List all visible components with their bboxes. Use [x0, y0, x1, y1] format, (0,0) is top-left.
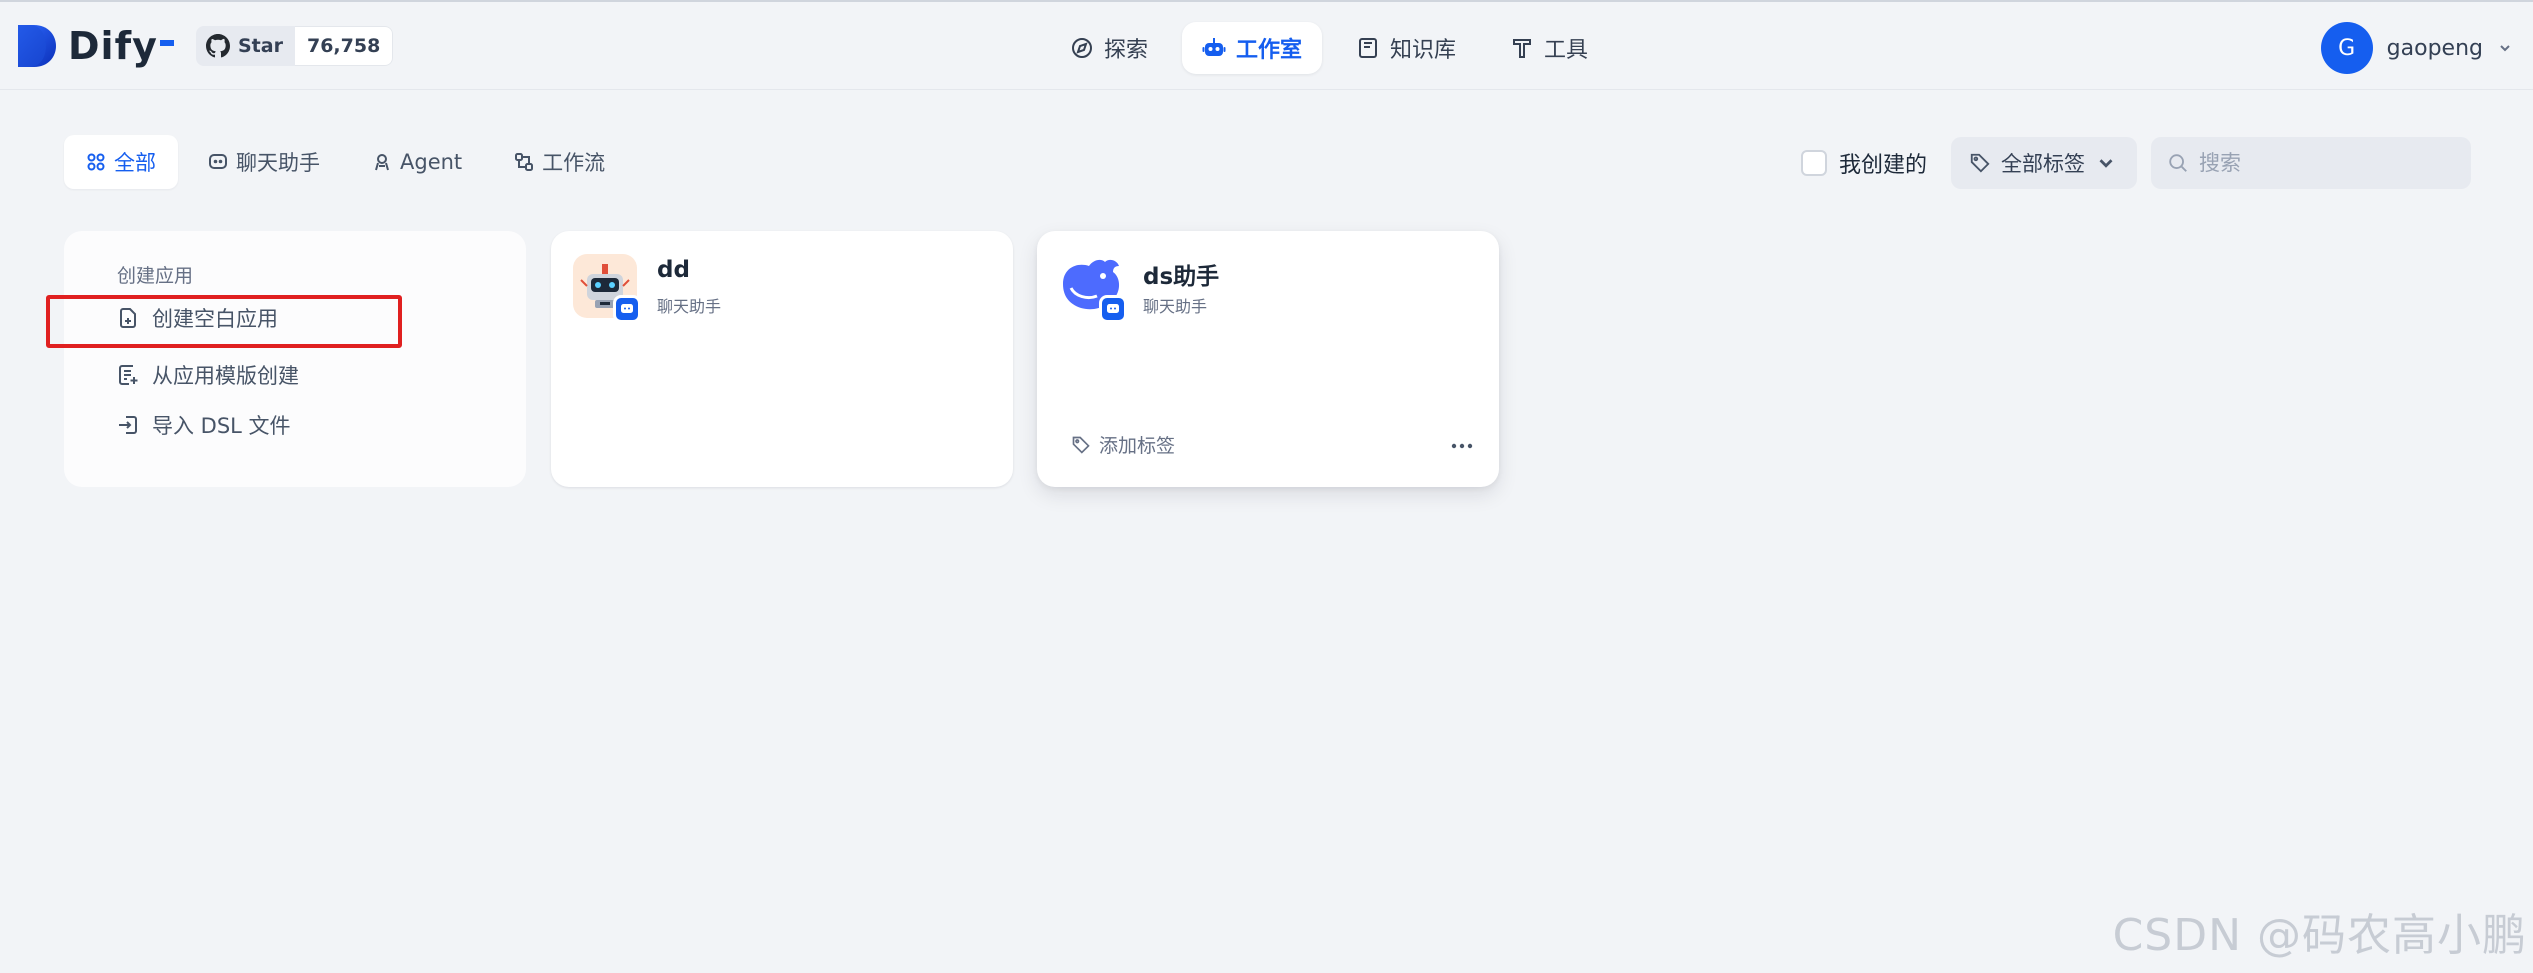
nav-knowledge[interactable]: 知识库 [1336, 22, 1476, 74]
top-header: Dify Star 76,758 探索 工作室 知识库 工具 G gaopeng [0, 2, 2533, 90]
app-name: dd [657, 257, 690, 283]
nav-knowledge-label: 知识库 [1390, 38, 1457, 63]
chat-app-badge [1099, 295, 1127, 323]
tag-icon [1970, 153, 1990, 173]
chat-bubble-icon [621, 304, 633, 313]
create-blank-app-button[interactable]: 创建空白应用 [116, 301, 278, 335]
tab-workflow-label: 工作流 [542, 151, 606, 175]
create-from-template-button[interactable]: 从应用模版创建 [116, 358, 299, 392]
import-icon [119, 416, 137, 434]
created-by-me-label: 我创建的 [1838, 153, 1927, 178]
create-app-title: 创建应用 [117, 265, 194, 287]
search-input[interactable] [2199, 151, 2449, 175]
github-star-button[interactable]: Star 76,758 [196, 26, 394, 66]
file-plus-icon [120, 308, 136, 328]
app-name: ds助手 [1143, 264, 1220, 290]
logo-underscore [159, 40, 174, 46]
created-by-me-checkbox[interactable] [1800, 150, 1827, 176]
nav-explore[interactable]: 探索 [1050, 22, 1168, 74]
chat-bubble-icon [1107, 304, 1119, 313]
tag-filter-dropdown[interactable]: 全部标签 [1951, 137, 2137, 189]
app-card[interactable]: ds助手 聊天助手 添加标签 [1037, 231, 1499, 487]
compass-icon [1072, 38, 1092, 58]
more-horizontal-icon [1451, 443, 1473, 449]
more-options-button[interactable] [1447, 431, 1477, 461]
csdn-watermark: CSDN @码农高小鹏 [2112, 910, 2527, 961]
nav-tools-label: 工具 [1544, 38, 1589, 63]
search-icon [2169, 154, 2187, 172]
file-template-icon [119, 365, 138, 385]
create-from-template-label: 从应用模版创建 [152, 364, 299, 388]
nav-explore-label: 探索 [1104, 38, 1149, 63]
nav-tools[interactable]: 工具 [1490, 22, 1608, 74]
add-tag-label: 添加标签 [1099, 435, 1176, 457]
github-star-count: 76,758 [294, 26, 394, 66]
github-star-label: Star [238, 35, 283, 57]
category-tabs: 全部 聊天助手 Agent 工作流 [64, 135, 627, 189]
nav-studio[interactable]: 工作室 [1182, 22, 1323, 74]
app-type: 聊天助手 [657, 297, 722, 316]
tab-agent-label: Agent [400, 150, 463, 174]
chevron-down-icon [2500, 45, 2510, 52]
book-icon [1359, 38, 1378, 58]
app-type: 聊天助手 [1143, 297, 1208, 316]
tab-chat[interactable]: 聊天助手 [186, 135, 342, 189]
tab-all-label: 全部 [114, 151, 156, 175]
tab-agent[interactable]: Agent [350, 135, 484, 189]
search-box [2151, 137, 2471, 189]
nav-studio-label: 工作室 [1236, 38, 1303, 63]
app-card[interactable]: dd 聊天助手 [551, 231, 1013, 487]
import-dsl-button[interactable]: 导入 DSL 文件 [116, 408, 291, 442]
chat-app-badge [613, 295, 641, 323]
tab-all[interactable]: 全部 [64, 135, 178, 189]
dify-logo[interactable]: Dify [16, 22, 174, 70]
avatar: G [2320, 22, 2373, 74]
tab-workflow[interactable]: 工作流 [492, 135, 627, 189]
grid-icon [87, 153, 105, 171]
tag-icon [1072, 436, 1090, 454]
create-blank-app-label: 创建空白应用 [152, 307, 278, 331]
robot-icon [1202, 38, 1226, 56]
user-menu[interactable]: G gaopeng [2320, 22, 2513, 74]
add-tag-button[interactable]: 添加标签 [1071, 431, 1175, 458]
github-icon [206, 34, 230, 58]
created-by-me-filter[interactable]: 我创建的 [1800, 147, 1937, 179]
chevron-down-icon [2099, 159, 2113, 168]
workflow-icon [515, 153, 534, 171]
import-dsl-label: 导入 DSL 文件 [152, 414, 291, 438]
tab-chat-label: 聊天助手 [236, 151, 320, 175]
agent-icon [375, 154, 389, 171]
hammer-icon [1513, 39, 1532, 58]
filters-bar: 我创建的 全部标签 [1800, 137, 2471, 189]
main-nav: 探索 工作室 知识库 工具 [1050, 22, 1608, 74]
tag-filter-label: 全部标签 [2001, 152, 2085, 176]
user-name: gaopeng [2386, 35, 2483, 61]
github-star-label-box: Star [196, 26, 295, 66]
chat-bubble-icon [209, 154, 227, 169]
logo-text: Dify [68, 24, 158, 68]
dify-logo-icon [18, 25, 56, 67]
create-app-card: 创建应用 创建空白应用 从应用模版创建 导入 DSL 文件 [64, 231, 526, 487]
